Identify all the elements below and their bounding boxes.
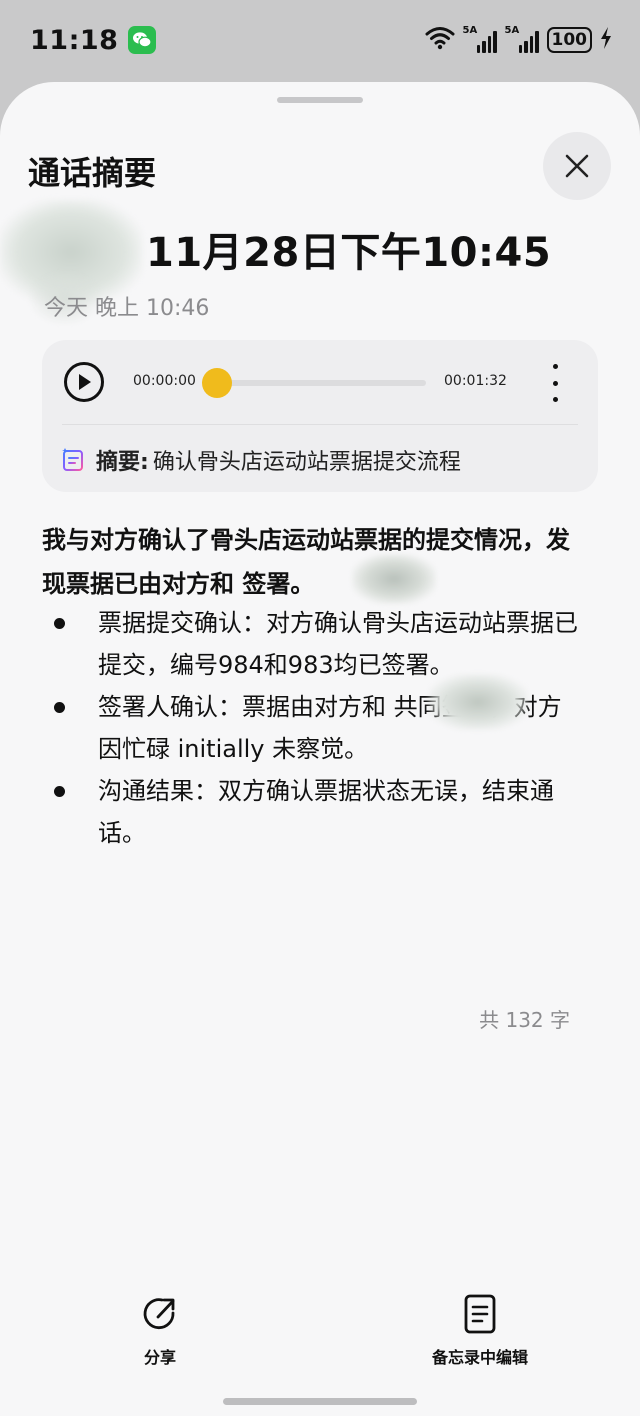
status-time: 11:18 [30,24,119,56]
bullet-dot [54,786,65,797]
redaction-blur [352,554,436,604]
bullet-dot [54,618,65,629]
memo-icon [464,1294,496,1334]
share-button[interactable]: 分享 [112,1294,208,1368]
edit-in-memo-label: 备忘录中编辑 [431,1348,528,1367]
sheet-grabber[interactable] [277,97,363,103]
home-indicator[interactable] [223,1398,417,1405]
list-item: 沟通结果：双方确认票据状态无误，结束通话。 [50,770,585,854]
call-date-time: 11月28日下午10:45 [146,230,552,276]
redaction-blur [428,674,528,730]
cellular-signal-icon-2: 5A [505,25,539,53]
more-dot [552,380,558,386]
playback-progress-knob[interactable] [202,368,232,398]
more-dot [552,397,558,402]
close-icon [565,154,589,178]
summary-text: 确认骨头店运动站票据提交流程 [152,450,461,475]
ai-summary-icon [62,448,83,471]
bullet-dot [54,702,65,713]
share-icon [143,1298,175,1330]
call-summary-sheet: 通话摘要 11月28日下午10:45 今天 晚上 10:46 00:00:00 … [0,82,640,1416]
more-dot [552,364,558,369]
wifi-icon [425,26,455,54]
charging-icon [600,27,612,53]
playback-current-time: 00:00:00 [133,373,196,389]
close-button[interactable] [543,132,611,200]
audio-player-card: 00:00:00 00:01:32 摘要: 确认骨头店运动站票据提交流程 [42,340,598,492]
battery-indicator: 100 [546,27,592,53]
edit-in-memo-button[interactable]: 备忘录中编辑 [408,1294,552,1368]
summary-label: 摘要: [96,450,149,475]
player-divider [62,424,578,425]
more-options-button[interactable] [548,364,562,402]
call-timestamp: 今天 晚上 10:46 [44,296,210,321]
play-icon [79,374,91,390]
status-bar: 11:18 5A 5A 100 [0,0,640,80]
share-label: 分享 [143,1348,176,1367]
word-count: 共 132 字 [479,1008,570,1032]
play-button[interactable] [64,362,104,402]
summary-lead-paragraph: 我与对方确认了骨头店运动站票据的提交情况，发现票据已由对方和 签署。 [42,526,570,598]
playback-total-time: 00:01:32 [444,373,507,389]
cellular-signal-icon-1: 5A [463,25,497,53]
wechat-icon [128,26,157,54]
playback-progress-track[interactable] [206,380,426,386]
summary-row: 摘要: 确认骨头店运动站票据提交流程 [62,444,461,476]
call-title: 11月28日下午10:45 [28,220,551,278]
sheet-title: 通话摘要 [28,154,157,192]
